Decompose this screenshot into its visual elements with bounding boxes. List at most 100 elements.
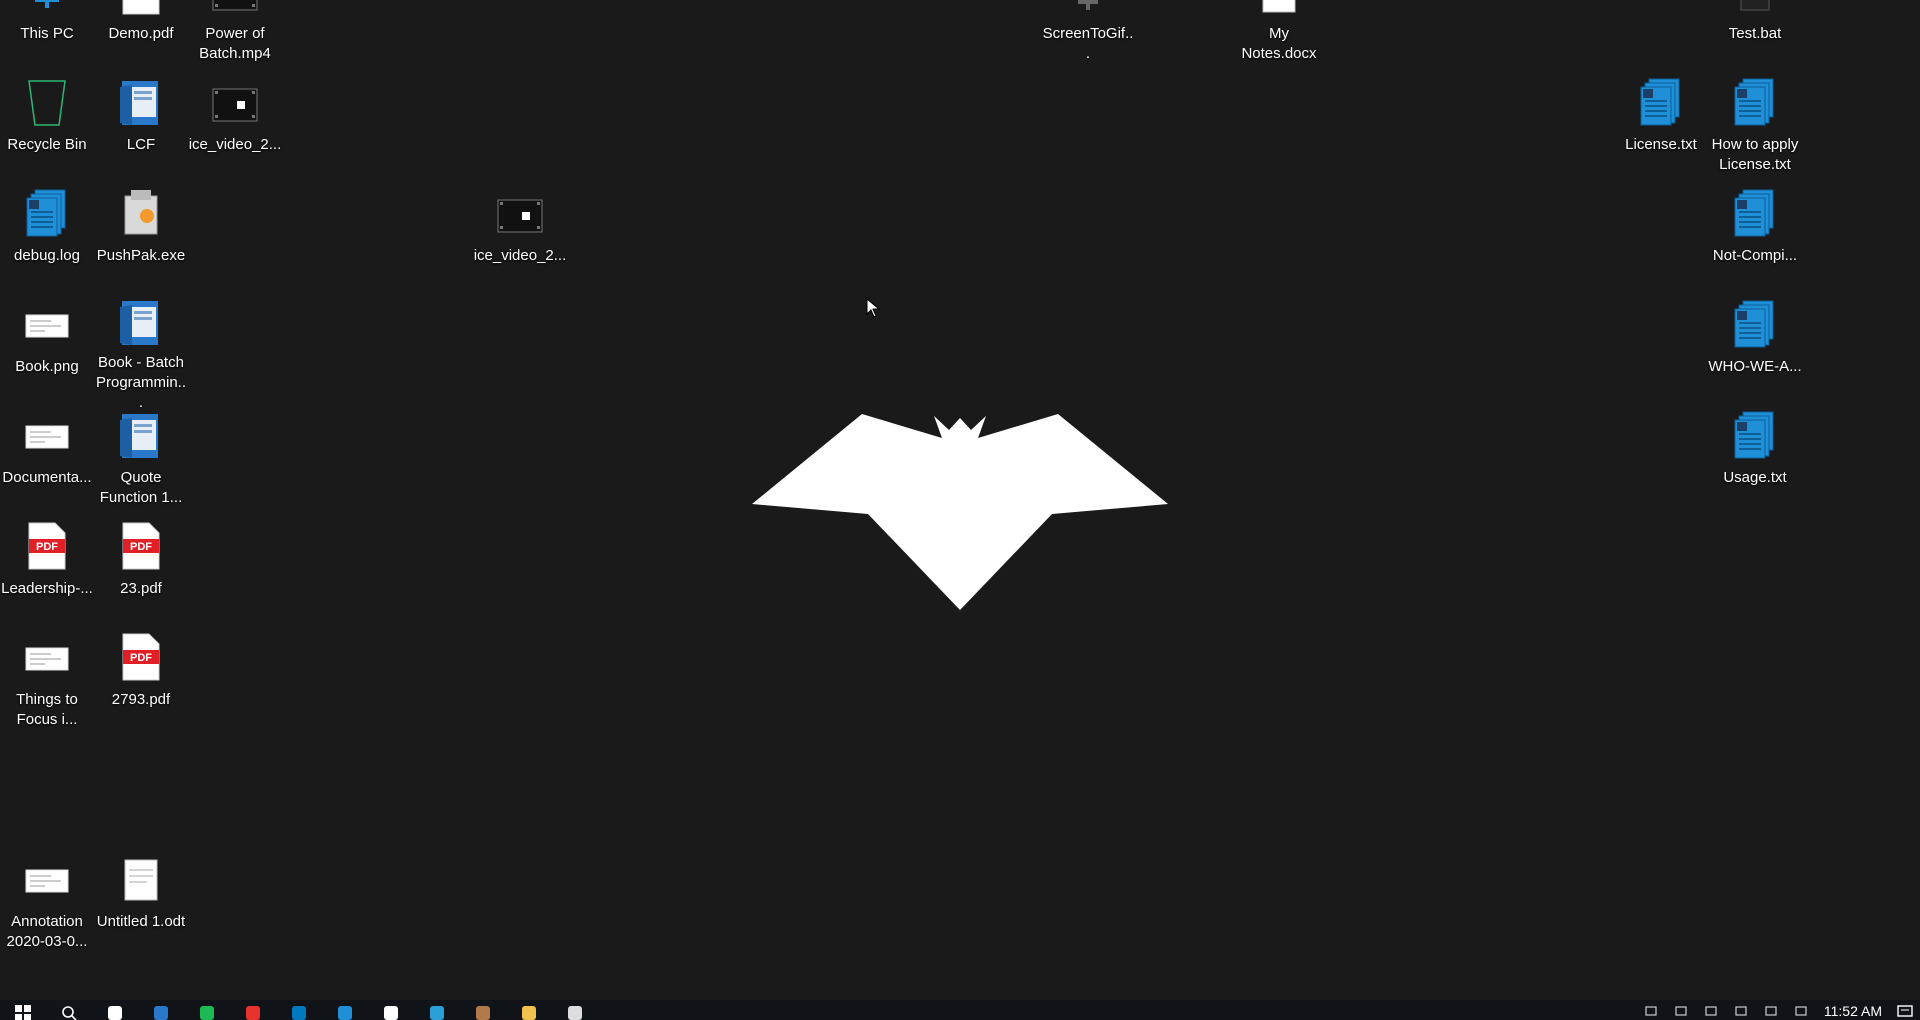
- desktop-icon-label: My Notes.docx: [1241, 25, 1317, 62]
- desktop-icon[interactable]: ice_video_2...: [473, 184, 567, 292]
- desktop-icon-label: Power of Batch.mp4: [199, 25, 271, 62]
- desktop-icon[interactable]: debug.log: [0, 184, 94, 292]
- batch-file-icon: [1731, 0, 1779, 18]
- desktop-icon-label: Recycle Bin: [7, 136, 87, 153]
- keyboard-icon[interactable]: [1666, 1000, 1696, 1020]
- notification-icon[interactable]: [1890, 1000, 1920, 1020]
- document-icon: [1255, 0, 1303, 18]
- desktop-icon-label: Book - Batch Programmin...: [95, 354, 187, 411]
- desktop-icon-label: Usage.txt: [1723, 469, 1787, 486]
- pdf-file-icon: PDF: [117, 630, 165, 684]
- desktop-icon[interactable]: This PC: [0, 0, 94, 70]
- desktop-icon-label: WHO-WE-A...: [1708, 358, 1802, 375]
- desktop-icon[interactable]: Usage.txt: [1708, 406, 1802, 514]
- desktop-icon-label: Demo.pdf: [108, 25, 174, 42]
- desktop-icon-label: Not-Compi...: [1712, 247, 1798, 264]
- desktop-icon-label: Leadership-...: [1, 580, 93, 597]
- desktop-icon[interactable]: Untitled 1.odt: [94, 850, 188, 958]
- desktop-icon-label: Documenta...: [2, 469, 92, 486]
- battery-icon[interactable]: [1696, 1000, 1726, 1020]
- desktop[interactable]: This PC PDF Demo.pdf Power of Batch.mp4 S…: [0, 0, 1920, 1000]
- desktop-icon[interactable]: My Notes.docx: [1232, 0, 1326, 70]
- desktop-icon-label: Test.bat: [1728, 25, 1782, 42]
- clock[interactable]: 11:52 AM: [1816, 1000, 1890, 1019]
- text-file-icon: [1731, 186, 1779, 240]
- volume-icon[interactable]: [1756, 1000, 1786, 1020]
- vscode-icon[interactable]: [414, 1000, 460, 1020]
- text-file-icon: [1731, 408, 1779, 462]
- desktop-icon[interactable]: Power of Batch.mp4: [188, 0, 282, 70]
- text-file-icon: [1637, 75, 1685, 129]
- video-file-icon: [211, 0, 259, 18]
- desktop-icon-label: ice_video_2...: [473, 247, 567, 264]
- desktop-icon[interactable]: Test.bat: [1708, 0, 1802, 70]
- desktop-icon[interactable]: Recycle Bin: [0, 73, 94, 181]
- desktop-icon[interactable]: Annotation 2020-03-0...: [0, 850, 94, 958]
- folder-icon: [117, 297, 165, 347]
- desktop-icon-label: Untitled 1.odt: [96, 913, 186, 930]
- spotify-icon[interactable]: [184, 1000, 230, 1020]
- wifi-icon[interactable]: [1726, 1000, 1756, 1020]
- notepad-icon[interactable]: [552, 1000, 598, 1020]
- image-file-icon: [23, 630, 71, 684]
- desktop-icon[interactable]: License.txt: [1614, 73, 1708, 181]
- this-pc-icon: [23, 0, 71, 18]
- mouse-cursor-icon: [866, 298, 880, 318]
- desktop-icon[interactable]: LCF: [94, 73, 188, 181]
- desktop-icon[interactable]: ice_video_2...: [188, 73, 282, 181]
- desktop-icon[interactable]: How to apply License.txt: [1708, 73, 1802, 181]
- desktop-icon[interactable]: PDF 23.pdf: [94, 517, 188, 625]
- installer-icon: [117, 186, 165, 240]
- taskbar: 11:52 AM: [0, 1000, 1920, 1020]
- bat-logo-icon: [752, 414, 1168, 610]
- desktop-icon-label: LCF: [126, 136, 156, 153]
- desktop-icon-label: How to apply License.txt: [1711, 136, 1799, 173]
- desktop-icon[interactable]: PDF Leadership-...: [0, 517, 94, 625]
- chevron-up-icon[interactable]: [1636, 1000, 1666, 1020]
- desktop-icon[interactable]: ScreenToGif...: [1041, 0, 1135, 70]
- recycle-bin-icon: [23, 75, 71, 129]
- desktop-icon-label: Quote Function 1...: [99, 469, 183, 506]
- search-icon[interactable]: [46, 1000, 92, 1020]
- svg-text:PDF: PDF: [130, 541, 152, 553]
- pdf-file-icon: PDF: [117, 519, 165, 573]
- desktop-icon-label: License.txt: [1625, 136, 1697, 153]
- desktop-icon[interactable]: Documenta...: [0, 406, 94, 514]
- desktop-icon-label: debug.log: [14, 247, 80, 264]
- text-file-icon: [1731, 297, 1779, 351]
- desktop-icon[interactable]: Book - Batch Programmin...: [94, 295, 188, 411]
- file-explorer-icon[interactable]: [506, 1000, 552, 1020]
- trello-icon[interactable]: [276, 1000, 322, 1020]
- app-icon[interactable]: [460, 1000, 506, 1020]
- pdf-file-icon: PDF: [23, 519, 71, 573]
- desktop-icon-label: Annotation 2020-03-0...: [6, 913, 88, 950]
- mail-icon[interactable]: [138, 1000, 184, 1020]
- app-shortcut-icon: [1064, 0, 1112, 18]
- desktop-icon[interactable]: Quote Function 1...: [94, 406, 188, 514]
- image-file-icon: [23, 852, 71, 906]
- pdf-file-icon: PDF: [117, 0, 165, 18]
- svg-text:PDF: PDF: [130, 652, 152, 664]
- folder-icon: [117, 75, 165, 129]
- document-icon: [117, 852, 165, 906]
- video-file-icon: [211, 75, 259, 129]
- desktop-icon[interactable]: WHO-WE-A...: [1708, 295, 1802, 403]
- todo-icon[interactable]: [230, 1000, 276, 1020]
- video-file-icon: [496, 186, 544, 240]
- folder-icon: [117, 408, 165, 462]
- text-file-icon: [23, 186, 71, 240]
- desktop-icon[interactable]: PDF Demo.pdf: [94, 0, 188, 70]
- language-icon[interactable]: [1786, 1000, 1816, 1020]
- windows-start-icon[interactable]: [0, 1000, 46, 1020]
- desktop-icon[interactable]: Book.png: [0, 295, 94, 403]
- desktop-icon[interactable]: Things to Focus i...: [0, 628, 94, 736]
- task-view-icon[interactable]: [92, 1000, 138, 1020]
- desktop-icon[interactable]: PDF 2793.pdf: [94, 628, 188, 736]
- store-icon[interactable]: [368, 1000, 414, 1020]
- image-file-icon: [23, 297, 71, 351]
- desktop-icon-label: Book.png: [15, 358, 79, 375]
- desktop-icon-label: ScreenToGif...: [1042, 25, 1134, 62]
- desktop-icon[interactable]: Not-Compi...: [1708, 184, 1802, 292]
- desktop-icon[interactable]: PushPak.exe: [94, 184, 188, 292]
- edge-icon[interactable]: [322, 1000, 368, 1020]
